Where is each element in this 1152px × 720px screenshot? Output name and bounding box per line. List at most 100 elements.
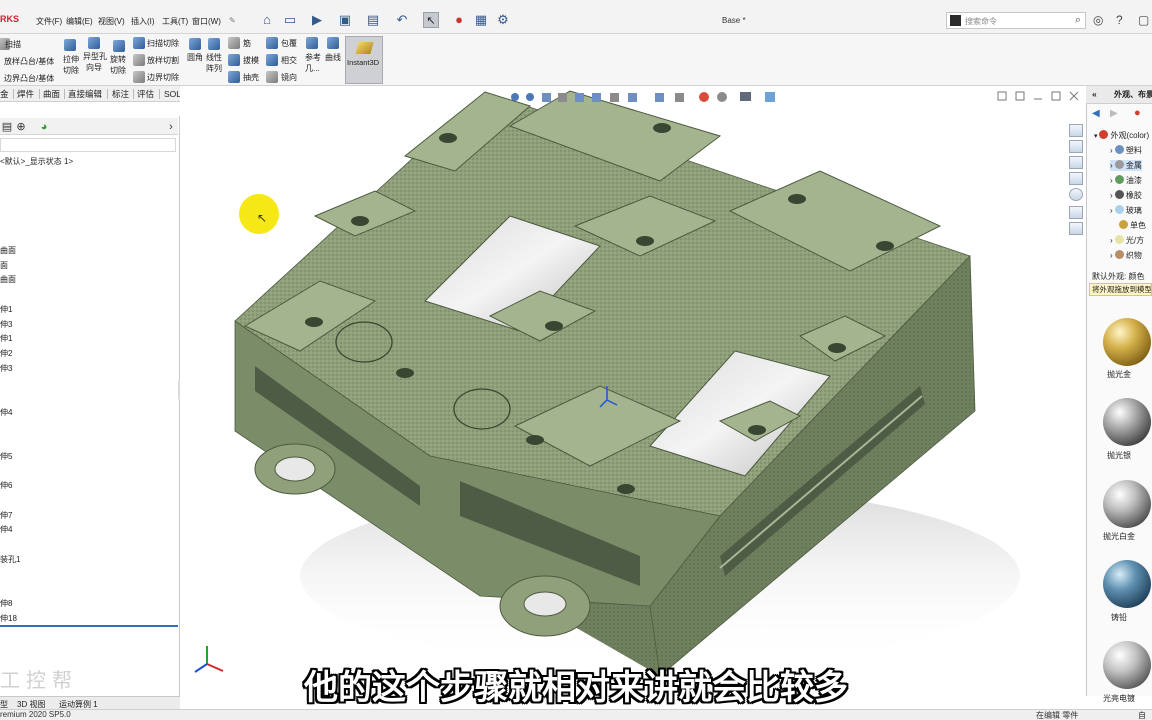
graphics-area[interactable] [180, 86, 1086, 696]
hole-wizard-label-1[interactable]: 异型孔 [83, 51, 107, 62]
rib-button[interactable]: 筋 [243, 38, 251, 49]
open-icon[interactable]: ▶ [309, 12, 325, 28]
custom-properties-tab-icon[interactable] [1069, 206, 1083, 219]
file-properties-icon[interactable]: ▦ [473, 12, 489, 28]
expand-panel-icon[interactable]: › [164, 120, 178, 134]
tree-config-node[interactable]: <默认>_显示状态 1> [0, 156, 73, 167]
menu-window[interactable]: 窗口(W) [192, 16, 221, 27]
fillet-icon[interactable] [189, 38, 201, 50]
view-palette-tab-icon[interactable] [1069, 172, 1083, 185]
undo-icon[interactable]: ↶ [394, 12, 410, 28]
tree-item[interactable]: 伸1 [0, 304, 12, 315]
swept-cut-button[interactable]: 扫描切除 [147, 38, 179, 49]
linear-pattern-label-1[interactable]: 线性 [206, 52, 222, 63]
intersect-button[interactable]: 相交 [281, 55, 297, 66]
tree-item[interactable]: 装孔1 [0, 554, 20, 565]
reference-label-1[interactable]: 参考 [305, 52, 321, 63]
options-icon[interactable]: ⚙ [495, 12, 511, 28]
tab-direct-editing[interactable]: 直接编辑 [68, 88, 102, 100]
heads-up-view-toolbar[interactable] [505, 90, 775, 104]
tree-item[interactable]: 伸2 [0, 348, 12, 359]
help-icon[interactable]: ? [1116, 13, 1123, 27]
tree-item[interactable]: 伸1 [0, 333, 12, 344]
wrap-icon[interactable] [266, 37, 278, 49]
extruded-cut-label-1[interactable]: 拉伸 [63, 54, 79, 65]
lofted-cut-icon[interactable] [133, 54, 145, 66]
save-icon[interactable]: ▣ [337, 12, 353, 28]
forward-icon[interactable]: ▶ [1110, 108, 1118, 119]
appearance-root[interactable]: ▾ 外观(color) [1094, 130, 1149, 141]
appearance-item-light[interactable]: › 光/方 [1110, 235, 1144, 246]
draft-button[interactable]: 拔模 [243, 55, 259, 66]
traffic-light-icon[interactable]: ● [451, 12, 467, 28]
extruded-cut-icon[interactable] [64, 39, 76, 51]
menu-insert[interactable]: 插入(I) [131, 16, 155, 27]
home-icon[interactable]: ⌂ [259, 12, 275, 28]
boundary-cut-button[interactable]: 边界切除 [147, 72, 179, 83]
tree-item[interactable]: 伸6 [0, 480, 12, 491]
draft-icon[interactable] [228, 54, 240, 66]
tab-sheet-metal[interactable]: 金 [0, 88, 9, 100]
new-file-icon[interactable]: ▭ [282, 12, 298, 28]
wrap-button[interactable]: 包覆 [281, 38, 297, 49]
configuration-manager-icon[interactable]: ⊕ [14, 120, 28, 134]
menu-edit[interactable]: 编辑(E) [66, 16, 93, 27]
tab-surfaces[interactable]: 曲面 [43, 88, 60, 100]
property-manager-icon[interactable]: ▤ [0, 120, 14, 134]
pin-icon[interactable]: ✎ [229, 16, 236, 25]
units-status[interactable]: 自 [1138, 710, 1146, 720]
appearances-tab-icon[interactable] [1069, 188, 1083, 201]
revolved-cut-label-1[interactable]: 旋转 [110, 54, 126, 65]
select-icon[interactable]: ↖ [423, 12, 439, 28]
design-library-tab-icon[interactable] [1069, 140, 1083, 153]
curves-icon[interactable] [327, 37, 339, 49]
boundary-cut-icon[interactable] [133, 71, 145, 83]
tree-item[interactable]: 伸4 [0, 407, 12, 418]
file-explorer-tab-icon[interactable] [1069, 156, 1083, 169]
resources-tab-icon[interactable] [1069, 124, 1083, 137]
curves-button[interactable]: 曲线 [325, 52, 341, 63]
mirror-icon[interactable] [266, 71, 278, 83]
app-logo[interactable]: RKS [0, 14, 19, 24]
back-icon[interactable]: ◀ [1092, 108, 1100, 119]
instant3d-button[interactable]: Instant3D [345, 36, 383, 84]
menu-tools[interactable]: 工具(T) [162, 16, 188, 27]
extruded-cut-label-2[interactable]: 切除 [63, 65, 79, 76]
intersect-icon[interactable] [266, 54, 278, 66]
reference-geometry-icon[interactable] [306, 37, 318, 49]
polished-platinum-swatch[interactable] [1103, 480, 1151, 528]
solidworks-forum-tab-icon[interactable] [1069, 222, 1083, 235]
polished-silver-swatch[interactable] [1103, 398, 1151, 446]
menu-view[interactable]: 视图(V) [98, 16, 125, 27]
tree-item[interactable]: 曲面 [0, 245, 16, 256]
part-model[interactable] [180, 86, 1086, 696]
revolved-cut-label-2[interactable]: 切除 [110, 65, 126, 76]
user-icon[interactable]: ◎ [1093, 13, 1103, 27]
tree-item[interactable]: 伸5 [0, 451, 12, 462]
appearance-item-metal[interactable]: › 金属 [1110, 160, 1142, 171]
search-input[interactable]: 搜索命令 ⌕ [946, 12, 1086, 29]
print-icon[interactable]: ▤ [365, 12, 381, 28]
tree-item[interactable]: 伸18 [0, 613, 17, 624]
hole-wizard-icon[interactable] [88, 37, 100, 49]
polished-gold-swatch[interactable] [1103, 318, 1151, 366]
menu-file[interactable]: 文件(F) [36, 16, 62, 27]
tree-item[interactable]: 曲面 [0, 274, 16, 285]
linear-pattern-label-2[interactable]: 阵列 [206, 63, 222, 74]
swept-cut-icon[interactable] [133, 37, 145, 49]
linear-pattern-icon[interactable] [208, 38, 220, 50]
appearance-item-paint[interactable]: › 油漆 [1110, 175, 1142, 186]
mirror-button[interactable]: 镜向 [281, 72, 297, 83]
appearance-item-color[interactable]: 单色 [1119, 220, 1146, 231]
rollback-bar[interactable] [0, 625, 178, 627]
reference-label-2[interactable]: 几... [305, 63, 320, 74]
tree-item[interactable]: 伸7 [0, 510, 12, 521]
window-controls-icon[interactable]: ▢ [1138, 13, 1149, 27]
tree-item[interactable]: 伸3 [0, 319, 12, 330]
appearance-icon[interactable]: ● [1134, 107, 1141, 119]
rib-icon[interactable] [228, 37, 240, 49]
fillet-button[interactable]: 圆角 [187, 52, 203, 63]
appearance-item-rubber[interactable]: › 橡胶 [1110, 190, 1142, 201]
appearance-item-plastic[interactable]: › 塑料 [1110, 145, 1142, 156]
tree-item[interactable]: 面 [0, 260, 8, 271]
